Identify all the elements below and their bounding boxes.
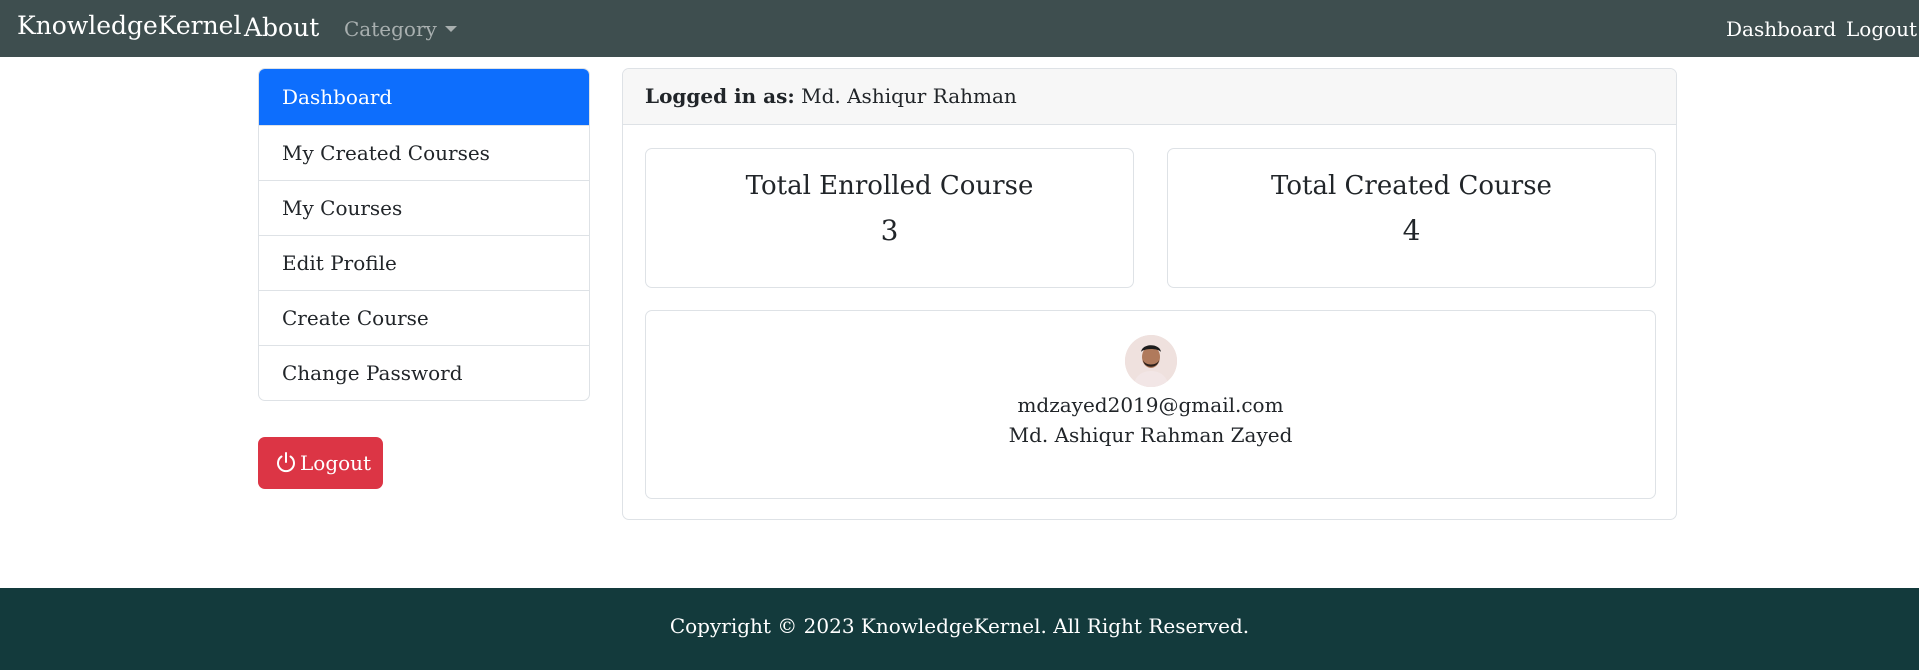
nav-logout-link[interactable]: Logout: [1846, 17, 1917, 41]
logout-button-label: Logout: [300, 451, 372, 475]
profile-name: Md. Ashiqur Rahman Zayed: [1008, 423, 1293, 447]
power-icon: [277, 452, 295, 473]
sidebar-item-create-course[interactable]: Create Course: [259, 290, 589, 345]
stat-card-created: Total Created Course 4: [1167, 148, 1656, 288]
logged-in-label: Logged in as:: [645, 84, 795, 108]
profile-card: mdzayed2019@gmail.com Md. Ashiqur Rahman…: [645, 310, 1656, 499]
footer-copyright: Copyright © 2023 KnowledgeKernel. All Ri…: [669, 614, 1250, 638]
sidebar-menu: Dashboard My Created Courses My Courses …: [258, 68, 590, 401]
dashboard-card: Logged in as: Md. Ashiqur Rahman Total E…: [622, 68, 1677, 520]
nav-category-label: Category: [344, 17, 437, 41]
stat-value: 4: [1402, 214, 1421, 247]
stat-title: Total Enrolled Course: [745, 171, 1034, 201]
sidebar-item-my-created-courses[interactable]: My Created Courses: [259, 125, 589, 180]
stat-value: 3: [880, 214, 899, 247]
top-navbar: KnowledgeKernel About Category Dashboard…: [0, 0, 1919, 57]
sidebar-item-my-courses[interactable]: My Courses: [259, 180, 589, 235]
profile-email: mdzayed2019@gmail.com: [1017, 393, 1284, 417]
avatar: [1124, 335, 1177, 387]
logout-button[interactable]: Logout: [258, 437, 383, 489]
brand-link[interactable]: KnowledgeKernel: [17, 11, 241, 40]
footer: Copyright © 2023 KnowledgeKernel. All Ri…: [0, 588, 1919, 670]
logged-in-header: Logged in as: Md. Ashiqur Rahman: [623, 69, 1676, 125]
nav-dashboard-link[interactable]: Dashboard: [1726, 17, 1836, 41]
nav-category-dropdown[interactable]: Category: [344, 17, 457, 41]
stat-card-enrolled: Total Enrolled Course 3: [645, 148, 1134, 288]
chevron-down-icon: [444, 26, 457, 32]
nav-about-link[interactable]: About: [244, 13, 319, 42]
sidebar-item-edit-profile[interactable]: Edit Profile: [259, 235, 589, 290]
logged-in-name: Md. Ashiqur Rahman: [801, 84, 1017, 108]
sidebar-item-change-password[interactable]: Change Password: [259, 345, 589, 400]
stat-title: Total Created Course: [1271, 171, 1552, 201]
sidebar-item-dashboard[interactable]: Dashboard: [259, 69, 589, 125]
